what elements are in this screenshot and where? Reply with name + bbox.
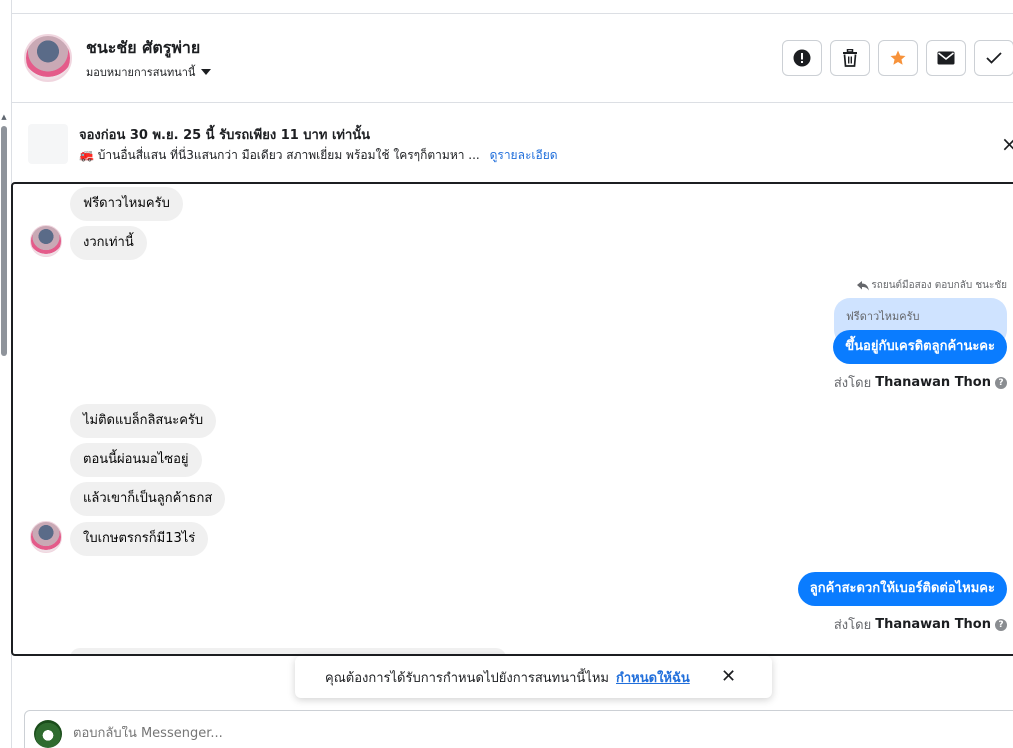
ad-title: จองก่อน 30 พ.ย. 25 นี้ รับรถเพียง 11 บาท… [79,128,371,143]
star-icon [890,50,906,65]
incoming-message[interactable]: ใบเกษตรกรก็มี13ไร่ [70,522,209,556]
reply-context: รถยนต์มือสอง ตอบกลับ ชนะชัย [857,278,1007,293]
sender-name: Thanawan Thon [875,375,991,390]
sent-by-label: ส่งโดย Thanawan Thon ? [834,614,1007,635]
ad-context-banner: จองก่อน 30 พ.ย. 25 นี้ รับรถเพียง 11 บาท… [12,104,1013,182]
incoming-message[interactable]: ไม่ติดแบล็กลิสนะครับ [70,404,217,438]
close-toast-icon[interactable]: ✕ [721,666,736,687]
assign-to-me-link[interactable]: กำหนดให้ฉัน [616,667,690,688]
sent-by-prefix: ส่งโดย [833,618,872,633]
mark-done-button[interactable] [974,40,1013,76]
sent-by-label: ส่งโดย Thanawan Thon ? [834,372,1007,393]
sender-name: Thanawan Thon [875,617,991,632]
trash-icon [843,49,857,67]
exclamation-icon [793,49,811,67]
ad-details-link[interactable]: ดูรายละเอียด [490,148,558,162]
scroll-up-arrow-icon[interactable]: ▲ [0,112,8,122]
ad-description: 🚒 บ้านอื่นสี่แสน ที่นี่3แสนกว่า มือเดียว… [79,146,558,165]
mark-unread-button[interactable] [926,40,966,76]
assign-prompt-text: คุณต้องการได้รับการกำหนดไปยังการสนทนานี้… [325,670,609,686]
incoming-message[interactable]: แล้วเขาก็เป็นลูกค้าธกส [70,482,226,516]
incoming-message[interactable]: งวกเท่านี้ [70,226,147,260]
ad-thumbnail [28,124,68,164]
contact-name[interactable]: ชนะชัย ศัตรูพ่าย [86,36,200,61]
checkmark-icon [986,52,1002,64]
outgoing-message[interactable]: ขึ้นอยู่กับเครดิตลูกค้านะคะ [833,330,1007,364]
delete-button[interactable] [830,40,870,76]
report-spam-button[interactable] [782,40,822,76]
ad-description-text: 🚒 บ้านอื่นสี่แสน ที่นี่3แสนกว่า มือเดียว… [79,148,480,162]
caret-down-icon [201,69,212,75]
incoming-message[interactable]: ฟรีดาวไหมครับ [70,187,183,221]
assign-prompt-toast: คุณต้องการได้รับการกำหนดไปยังการสนทนานี้… [295,656,772,698]
page-avatar [34,720,62,748]
sent-by-prefix: ส่งโดย [833,376,872,391]
incoming-message[interactable]: ตอนนี้ผ่อนมอไซอยู่ [70,443,202,477]
outgoing-message[interactable]: ลูกค้าสะดวกให้เบอร์ติดต่อไหมคะ [797,572,1007,606]
assign-conversation-dropdown[interactable]: มอบหมายการสนทนานี้ [86,63,212,81]
conversation-header: ชนะชัย ศัตรูพ่าย มอบหมายการสนทนานี้ [12,14,1013,103]
scrollbar-thumb[interactable] [1,126,7,356]
incoming-message-partial[interactable] [70,648,506,654]
contact-avatar[interactable] [24,34,72,82]
contact-avatar-small [30,521,62,553]
envelope-icon [937,51,955,65]
star-button[interactable] [878,40,918,76]
contact-avatar-small [30,225,62,257]
close-banner-icon[interactable]: × [1001,134,1013,154]
message-thread: ฟรีดาวไหมครับ งวกเท่านี้ รถยนต์มือสอง ตอ… [11,182,1013,656]
reply-composer [24,710,1013,748]
reply-input[interactable] [73,726,473,741]
reply-context-label: รถยนต์มือสอง ตอบกลับ ชนะชัย [871,280,1007,291]
reply-arrow-icon [857,280,870,290]
assign-label: มอบหมายการสนทนานี้ [86,66,196,79]
help-icon[interactable]: ? [995,618,1007,631]
help-icon[interactable]: ? [995,376,1007,389]
